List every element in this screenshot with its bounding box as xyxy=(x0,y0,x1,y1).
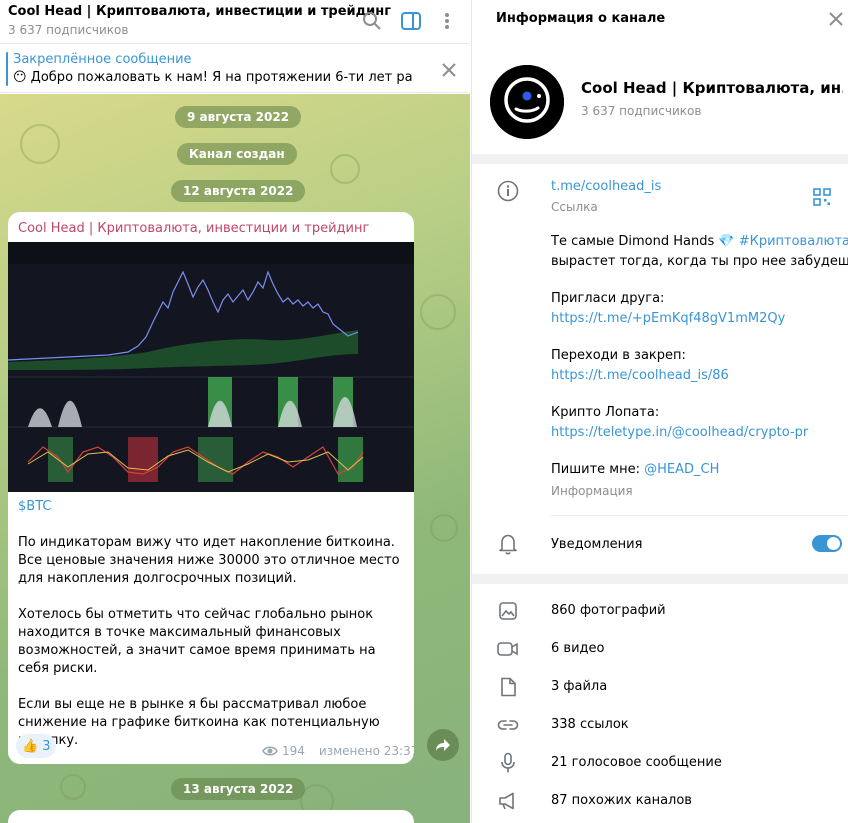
photo-icon xyxy=(497,600,519,622)
post-author[interactable]: Cool Head | Криптовалюта, инвестиции и т… xyxy=(18,221,369,236)
pinned-text: 😶 Добро пожаловать к нам! Я на протяжени… xyxy=(13,70,413,85)
info-icon xyxy=(497,180,519,202)
bell-icon xyxy=(497,533,519,555)
post-paragraph: Если вы еще не в рынке я бы рассматривал… xyxy=(18,697,380,748)
shovel-link[interactable]: https://teletype.in/@coolhead/crypto-pr xyxy=(551,425,808,440)
media-row-links[interactable]: 338 ссылок xyxy=(551,717,629,732)
sidebar-toggle-icon[interactable] xyxy=(400,10,422,32)
media-row-voice[interactable]: 21 голосовое сообщение xyxy=(551,755,722,770)
media-row-photos[interactable]: 860 фотографий xyxy=(551,603,666,618)
date-separator: 13 августа 2022 xyxy=(171,778,306,800)
qr-code-icon[interactable] xyxy=(811,186,833,208)
post-image[interactable] xyxy=(8,242,414,492)
shovel-title: Крипто Лопата: xyxy=(551,405,660,420)
close-icon[interactable] xyxy=(825,8,847,30)
invite-link[interactable]: https://t.me/+pEmKqf48gV1mM2Qy xyxy=(551,311,785,326)
section-divider xyxy=(472,574,848,584)
reaction-chip[interactable]: 👍 3 xyxy=(16,734,57,758)
post-cashtag[interactable]: $BTC xyxy=(18,499,51,514)
notifications-label: Уведомления xyxy=(551,537,643,552)
pin-title: Переходи в закреп: xyxy=(551,348,686,363)
reaction-count: 3 xyxy=(42,738,51,754)
chat-subscriber-count: 3 637 подписчиков xyxy=(8,23,129,37)
edited-time: изменено 23:37 xyxy=(318,744,414,758)
megaphone-icon xyxy=(497,790,519,812)
share-icon xyxy=(436,739,450,751)
chat-column: Cool Head | Криптовалюта, инвестиции и т… xyxy=(0,0,470,823)
link-icon xyxy=(497,714,519,736)
contact-handle-link[interactable]: @HEAD_CH xyxy=(644,462,719,477)
channel-link-label: Ссылка xyxy=(551,200,598,214)
pin-link[interactable]: https://t.me/coolhead_is/86 xyxy=(551,368,729,383)
post-text: По индикаторам вижу что идет накопление … xyxy=(18,534,408,764)
hashtag-link[interactable]: #Криптовалюта xyxy=(735,234,848,249)
pinned-indicator xyxy=(6,52,8,86)
post-paragraph: По индикаторам вижу что идет накопление … xyxy=(18,535,400,586)
pinned-title: Закреплённое сообщение xyxy=(13,52,192,67)
views-count: 194 xyxy=(282,744,305,758)
post-meta: 194 изменено 23:37 xyxy=(262,744,414,758)
file-icon xyxy=(497,676,519,698)
channel-post[interactable]: Cool Head | Криптовалюта, инвестиции и т… xyxy=(8,212,414,764)
description-line: Те самые Dimond Hands 💎 #Криптовалюта xyxy=(551,234,848,249)
media-row-files[interactable]: 3 файла xyxy=(551,679,607,694)
channel-name: Cool Head | Криптовалюта, ин... xyxy=(581,79,843,97)
chat-title[interactable]: Cool Head | Криптовалюта, инвестиции и т… xyxy=(8,4,391,19)
description-line: вырастет тогда, когда ты про нее забудеш… xyxy=(551,254,848,269)
channel-avatar[interactable] xyxy=(490,65,564,139)
media-row-similar-channels[interactable]: 87 похожих каналов xyxy=(551,793,692,808)
gem-emoji: 💎 xyxy=(718,234,735,249)
channel-post[interactable] xyxy=(8,810,414,823)
video-icon xyxy=(497,638,519,660)
date-separator: 9 августа 2022 xyxy=(175,106,302,128)
close-pinned-icon[interactable] xyxy=(438,59,460,81)
channel-subscriber-count: 3 637 подписчиков xyxy=(581,104,702,118)
mic-icon xyxy=(497,752,519,774)
row-divider xyxy=(551,515,848,516)
notifications-toggle[interactable] xyxy=(812,535,842,552)
views-eye-icon xyxy=(262,746,278,756)
section-divider xyxy=(472,154,848,164)
contact-line: Пишите мне: @HEAD_CH xyxy=(551,462,720,477)
service-message: Канал создан xyxy=(177,143,297,165)
search-icon[interactable] xyxy=(361,10,383,32)
post-paragraph: Хотелось бы отметить что сейчас глобальн… xyxy=(18,607,376,676)
chat-header[interactable]: Cool Head | Криптовалюта, инвестиции и т… xyxy=(0,0,470,44)
more-menu-icon[interactable] xyxy=(436,10,458,32)
channel-info-panel: Информация о канале Cool Head | Криптова… xyxy=(471,0,848,823)
date-separator: 12 августа 2022 xyxy=(171,180,306,202)
pinned-message-bar[interactable]: Закреплённое сообщение 😶 Добро пожаловат… xyxy=(0,45,470,93)
panel-title: Информация о канале xyxy=(496,11,666,26)
info-label: Информация xyxy=(551,484,633,498)
invite-title: Пригласи друга: xyxy=(551,291,665,306)
media-row-videos[interactable]: 6 видео xyxy=(551,641,604,656)
channel-link[interactable]: t.me/coolhead_is xyxy=(551,179,661,194)
thumbs-up-icon: 👍 xyxy=(22,738,39,754)
share-button[interactable] xyxy=(427,729,459,761)
